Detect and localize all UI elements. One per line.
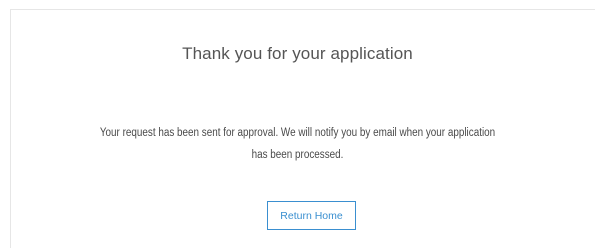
confirmation-message: Your request has been sent for approval.… (99, 127, 496, 161)
confirmation-title: Thank you for your application (182, 44, 413, 63)
return-home-button[interactable]: Return Home (267, 201, 356, 230)
page: Thank you for your application Your requ… (0, 0, 595, 248)
